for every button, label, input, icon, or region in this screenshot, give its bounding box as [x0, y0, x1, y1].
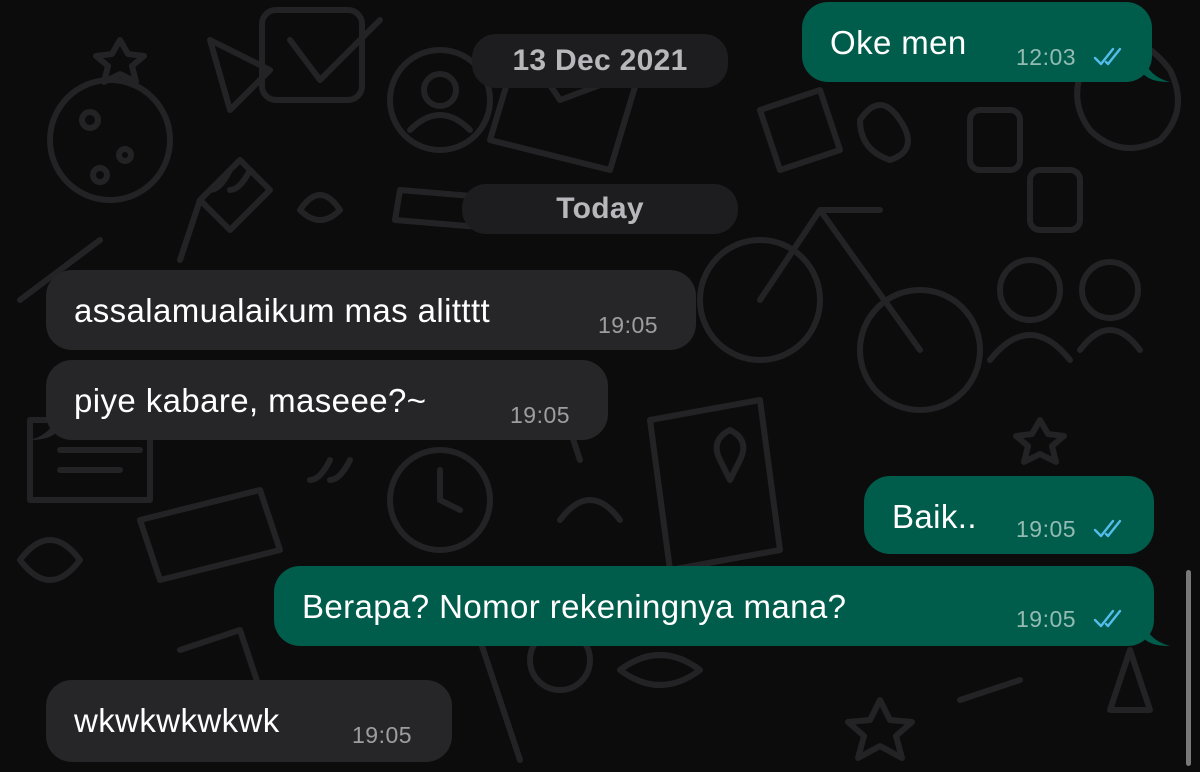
date-separator-13-dec-2021: 13 Dec 2021	[472, 34, 728, 88]
message-bubble-incoming[interactable]: wkwkwkwkwk 19:05	[46, 680, 452, 762]
message-time: 19:05	[352, 722, 413, 748]
read-receipt-double-check-icon	[1093, 47, 1122, 66]
message-text: Berapa? Nomor rekeningnya mana?	[302, 588, 847, 625]
read-receipt-double-check-icon	[1093, 609, 1122, 628]
bubble-tail	[1142, 52, 1170, 82]
message-bubble-outgoing[interactable]: Baik.. 19:05	[864, 476, 1154, 554]
message-text: piye kabare, maseee?~	[74, 382, 427, 419]
message-bubble-incoming[interactable]: assalamualaikum mas alitttt 19:05	[46, 270, 696, 350]
bubble-tail	[30, 410, 58, 440]
message-time: 12:03	[1016, 44, 1077, 70]
date-separator-today: Today	[462, 184, 738, 234]
read-receipt-double-check-icon	[1093, 519, 1122, 538]
message-time: 19:05	[598, 312, 659, 338]
message-bubble-outgoing[interactable]: Oke men 12:03	[802, 2, 1170, 82]
message-bubble-incoming[interactable]: piye kabare, maseee?~ 19:05	[30, 360, 608, 440]
message-time: 19:05	[1016, 516, 1077, 542]
message-time: 19:05	[1016, 606, 1077, 632]
message-text: wkwkwkwkwk	[74, 702, 280, 739]
message-text: Oke men	[830, 24, 967, 61]
message-bubble-outgoing[interactable]: Berapa? Nomor rekeningnya mana? 19:05	[274, 566, 1170, 646]
bubble-tail	[1142, 616, 1170, 646]
chat-view[interactable]: 13 Dec 2021 Today Oke men 12:03 assalamu…	[0, 0, 1200, 772]
chat-scrollbar[interactable]	[1186, 570, 1191, 766]
message-text: assalamualaikum mas alitttt	[74, 292, 491, 329]
message-text: Baik..	[892, 498, 977, 535]
message-time: 19:05	[510, 402, 571, 428]
